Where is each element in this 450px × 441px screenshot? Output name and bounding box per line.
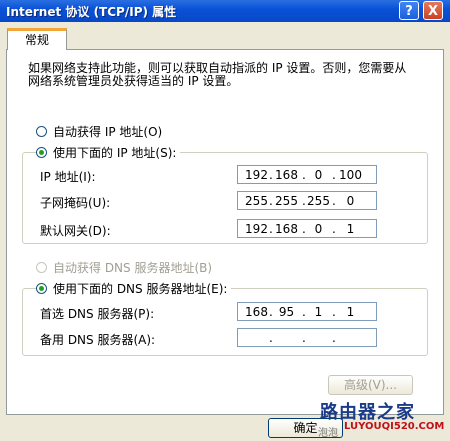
octet-dot: . bbox=[332, 305, 336, 319]
radio-auto-ip-circle[interactable] bbox=[36, 125, 47, 137]
help-button[interactable]: ? bbox=[399, 1, 419, 20]
octet-dot: . bbox=[332, 331, 336, 345]
octet-dot: . bbox=[269, 305, 273, 319]
octet: 168 bbox=[245, 305, 268, 319]
description-text: 如果网络支持此功能，则可以获取自动指派的 IP 设置。否则，您需要从网络系统管理… bbox=[28, 61, 407, 88]
advanced-button[interactable]: 高级(V)... bbox=[328, 375, 413, 395]
radio-manual-dns-label: 使用下面的 DNS 服务器地址(E): bbox=[53, 281, 228, 296]
alternate-dns-label: 备用 DNS 服务器(A): bbox=[40, 333, 156, 347]
octet: 192 bbox=[245, 222, 268, 236]
radio-auto-ip-label: 自动获得 IP 地址(O) bbox=[53, 124, 163, 139]
octet: 95 bbox=[278, 305, 295, 319]
octet: 0 bbox=[346, 194, 355, 208]
octet: 0 bbox=[314, 222, 323, 236]
watermark-small: 泡泡 bbox=[318, 428, 338, 439]
radio-auto-ip[interactable]: 自动获得 IP 地址(O) bbox=[36, 123, 162, 139]
octet: 255 bbox=[307, 194, 330, 208]
gateway-label: 默认网关(D): bbox=[40, 224, 111, 238]
octet-dot: . bbox=[332, 168, 336, 182]
close-button[interactable]: X bbox=[423, 1, 443, 20]
octet-dot: . bbox=[269, 168, 273, 182]
octet: 1 bbox=[346, 305, 355, 319]
octet: 0 bbox=[314, 168, 323, 182]
octet: 168 bbox=[275, 168, 298, 182]
octet-dot: . bbox=[332, 222, 336, 236]
octet: 192 bbox=[245, 168, 268, 182]
preferred-dns-label: 首选 DNS 服务器(P): bbox=[40, 307, 155, 321]
title-bar[interactable]: Internet 协议 (TCP/IP) 属性 ? X bbox=[0, 0, 450, 22]
ip-address-input[interactable]: 192 . 168 . 0 . 100 bbox=[237, 165, 377, 184]
alternate-dns-input[interactable]: . . . bbox=[237, 328, 377, 347]
radio-manual-dns[interactable]: 使用下面的 DNS 服务器地址(E): bbox=[36, 280, 232, 296]
watermark-url: LUYOUQI520.COM bbox=[344, 421, 445, 432]
octet: 255 bbox=[275, 194, 298, 208]
gateway-input[interactable]: 192 . 168 . 0 . 1 bbox=[237, 219, 377, 238]
octet: 100 bbox=[339, 168, 362, 182]
radio-auto-dns[interactable]: 自动获得 DNS 服务器地址(B) bbox=[36, 259, 212, 275]
ip-address-label: IP 地址(I): bbox=[40, 170, 96, 184]
preferred-dns-input[interactable]: 168 . 95 . 1 . 1 bbox=[237, 302, 377, 321]
octet: 168 bbox=[275, 222, 298, 236]
octet: 1 bbox=[346, 222, 355, 236]
octet: 1 bbox=[314, 305, 323, 319]
octet: 255 bbox=[245, 194, 268, 208]
octet-dot: . bbox=[269, 222, 273, 236]
octet-dot: . bbox=[332, 194, 336, 208]
octet-dot: . bbox=[269, 194, 273, 208]
radio-manual-ip-label: 使用下面的 IP 地址(S): bbox=[53, 145, 177, 160]
octet-dot: . bbox=[302, 331, 306, 345]
radio-auto-dns-label: 自动获得 DNS 服务器地址(B) bbox=[53, 260, 213, 275]
octet-dot: . bbox=[269, 331, 273, 345]
subnet-mask-label: 子网掩码(U): bbox=[40, 196, 111, 210]
window-title: Internet 协议 (TCP/IP) 属性 bbox=[6, 5, 177, 19]
radio-manual-ip-circle[interactable] bbox=[36, 146, 47, 158]
radio-manual-ip[interactable]: 使用下面的 IP 地址(S): bbox=[36, 144, 181, 160]
tab-general[interactable]: 常规 bbox=[7, 28, 67, 50]
radio-manual-dns-circle[interactable] bbox=[36, 282, 47, 294]
subnet-mask-input[interactable]: 255 . 255 . 255 . 0 bbox=[237, 191, 377, 210]
radio-auto-dns-circle[interactable] bbox=[36, 261, 47, 273]
